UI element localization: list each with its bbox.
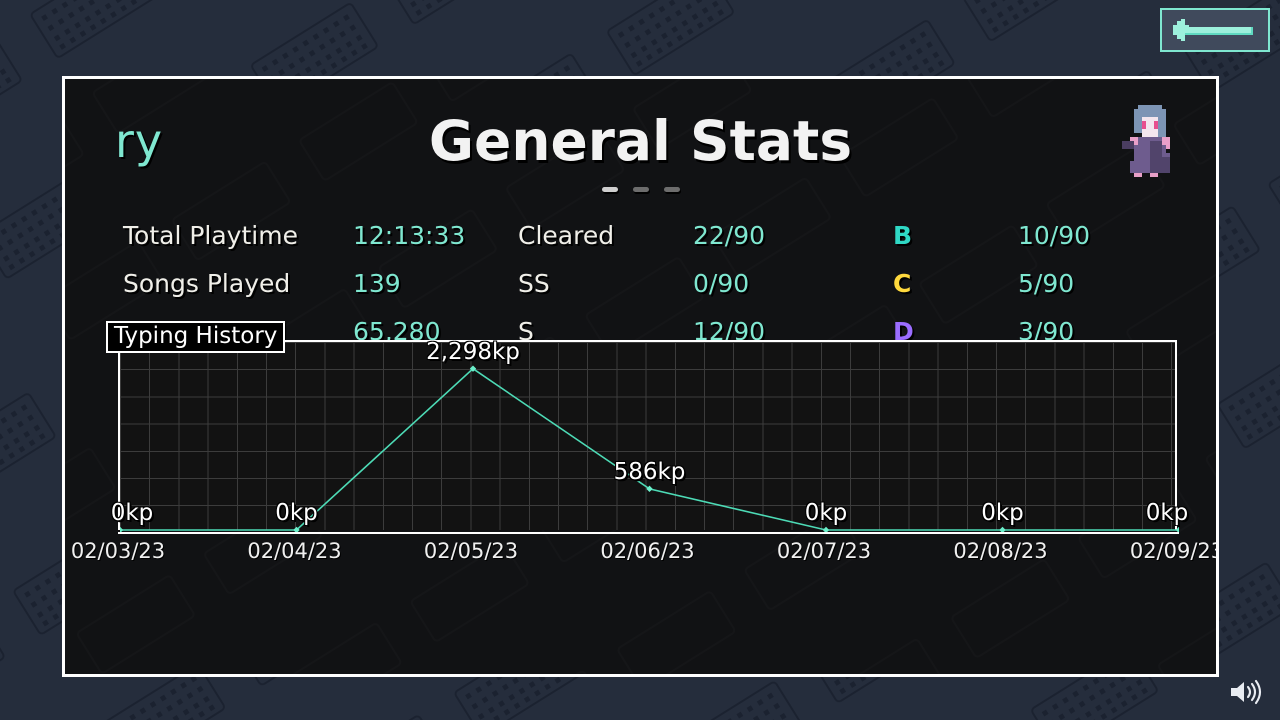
stat-value-total-playtime: 12:13:33 (353, 220, 466, 250)
grade-label-b: B (893, 220, 913, 250)
chart-point-label: 586kp (613, 458, 686, 485)
stat-value-cleared: 22/90 (693, 220, 766, 250)
chart-plot-area: 0kp 0kp 2,298kp 586kp 0kp 0kp 0kp (111, 338, 1188, 532)
stat-value-ss: 0/90 (693, 268, 750, 298)
chart-point-label: 0kp (1145, 500, 1189, 526)
chart-point-label: 0kp (275, 500, 318, 526)
typing-history-chart: Typing History 0kp 0kp 2,298kp 586kp 0kp 0kp 0… (71, 321, 1216, 563)
chart-point-label: 0kp (804, 500, 848, 526)
chart-x-tick-label: 02/04/23 (247, 539, 342, 563)
chart-point-label: 0kp (981, 500, 1024, 526)
grade-value-b: 10/90 (1018, 220, 1091, 250)
chart-x-tick-label: 02/09/23 (1129, 539, 1219, 563)
arrow-left-icon (1173, 17, 1257, 43)
chart-point-label: 2,298kp (426, 338, 520, 365)
stat-label-cleared: Cleared (518, 220, 615, 250)
stat-label-total-playtime: Total Playtime (123, 220, 298, 250)
stat-label-songs-played: Songs Played (123, 268, 291, 298)
page-dot-3[interactable] (663, 187, 680, 192)
page-title: General Stats (428, 109, 853, 173)
chart-x-axis (118, 532, 1179, 534)
page-indicator[interactable] (65, 187, 1216, 192)
stat-label-ss: SS (518, 268, 550, 298)
speaker-volume-icon[interactable] (1228, 678, 1262, 706)
chart-title: Typing History (106, 321, 286, 354)
chart-x-tick-label: 02/05/23 (423, 539, 519, 563)
back-button[interactable] (1160, 8, 1270, 52)
page-dot-2[interactable] (632, 187, 649, 192)
stat-value-songs-played: 139 (353, 268, 401, 298)
stats-panel: ry General Stats Total Playtime 12:13:33… (62, 76, 1219, 677)
chart-x-tick-label: 02/08/23 (953, 539, 1048, 563)
player-avatar-sprite (1122, 105, 1170, 177)
chart-x-tick-labels: 02/03/23 02/04/23 02/05/23 02/06/23 02/07/23… (71, 539, 1216, 569)
chart-x-tick-label: 02/03/23 (70, 539, 166, 563)
chart-x-tick-label: 02/07/23 (776, 539, 872, 563)
page-dot-1[interactable] (601, 187, 618, 192)
chart-point-label: 0kp (110, 500, 154, 526)
chart-x-tick-label: 02/06/23 (600, 539, 695, 563)
grade-value-c: 5/90 (1018, 268, 1075, 298)
grade-label-c: C (893, 268, 912, 298)
